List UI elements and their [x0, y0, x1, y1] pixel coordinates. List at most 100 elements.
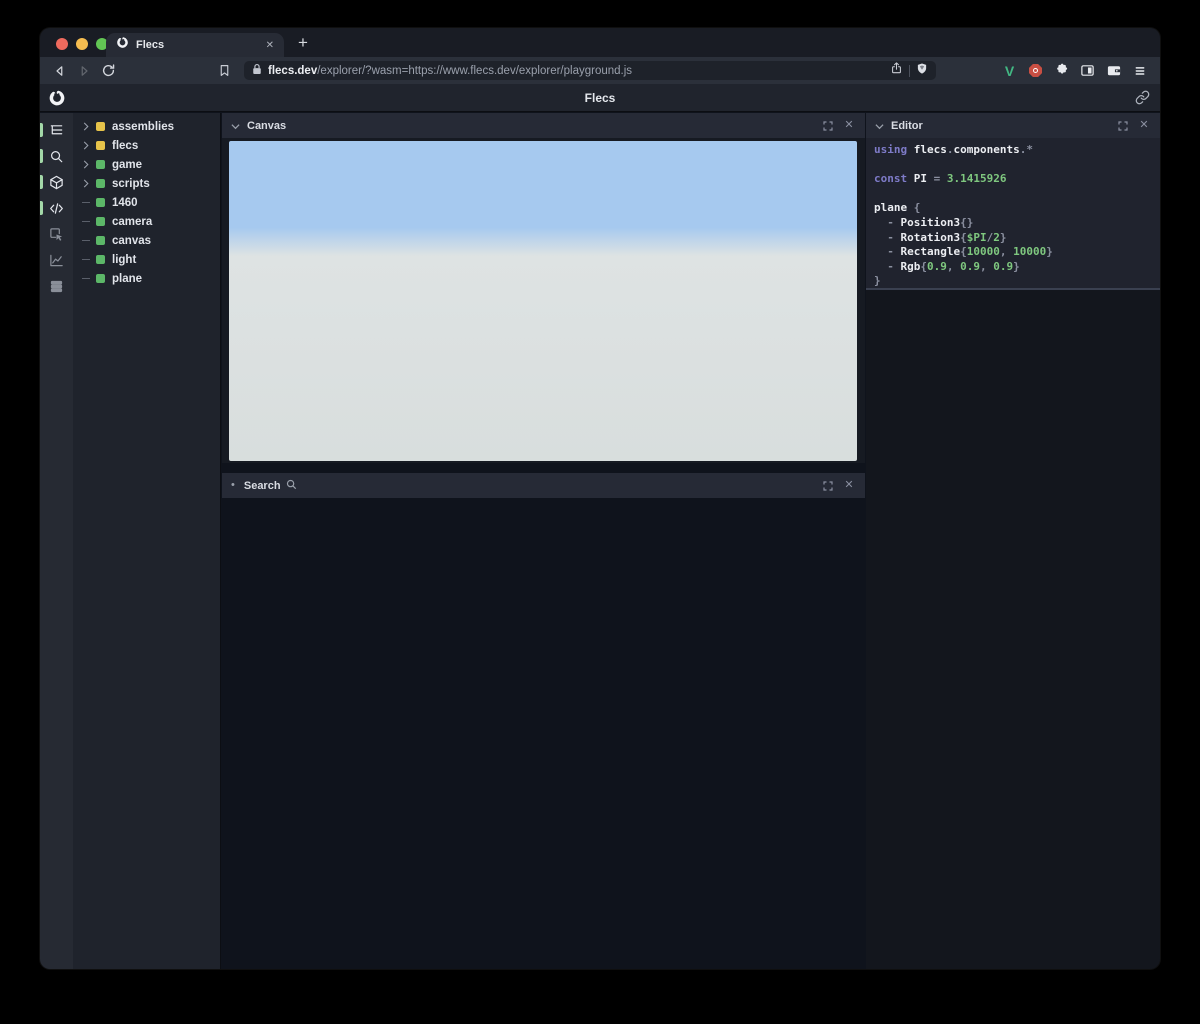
sidebar-item-search[interactable] [40, 143, 73, 169]
close-icon[interactable]: ✕ [842, 119, 856, 133]
chevron-right-icon[interactable] [82, 141, 90, 150]
address-bar[interactable]: flecs.dev/explorer/?wasm=https://www.fle… [244, 61, 936, 80]
entity-color-square [96, 198, 105, 207]
reload-button[interactable] [96, 61, 120, 81]
entity-label: 1460 [112, 196, 138, 209]
share-icon[interactable] [890, 61, 903, 80]
leaf-dash-icon [82, 259, 90, 260]
chevron-right-icon[interactable] [82, 160, 90, 169]
sidebar-item-inspect[interactable] [40, 221, 73, 247]
entity-color-square [96, 274, 105, 283]
adblock-icon[interactable] [1027, 62, 1044, 79]
entity-label: scripts [112, 177, 150, 190]
minimize-window-button[interactable] [76, 38, 88, 50]
entity-color-square [96, 141, 105, 150]
panel-title[interactable]: Search [244, 480, 281, 492]
sidebar-item-code[interactable] [40, 195, 73, 221]
leaf-dash-icon [82, 278, 90, 279]
code-line: plane { [874, 201, 921, 215]
tree-row-camera[interactable]: camera [73, 212, 220, 231]
app-header: Flecs [40, 84, 1160, 112]
entity-label: light [112, 253, 137, 266]
editor-panel-header: Editor ✕ [866, 113, 1160, 138]
url-text: flecs.dev/explorer/?wasm=https://www.fle… [268, 65, 884, 77]
chevron-right-icon[interactable] [82, 179, 90, 188]
close-icon[interactable]: ✕ [1137, 119, 1151, 133]
navigation-bar: flecs.dev/explorer/?wasm=https://www.fle… [40, 57, 1160, 84]
code-line: const PI = 3.1415926 [874, 172, 1007, 186]
extensions-puzzle-icon[interactable] [1053, 62, 1070, 79]
browser-toolbar-icons: V [1001, 57, 1148, 84]
url-domain: flecs.dev [268, 64, 318, 77]
canvas-viewport[interactable] [229, 141, 857, 461]
canvas-panel-header: Canvas ✕ [222, 113, 865, 138]
chevron-down-icon[interactable] [231, 117, 240, 135]
bookmark-icon[interactable] [212, 61, 236, 81]
sidebar-item-tree[interactable] [40, 117, 73, 143]
share-link-icon[interactable] [1135, 90, 1150, 110]
wallet-icon[interactable] [1105, 62, 1122, 79]
editor-column: Editor ✕ using flecs.components.* const … [866, 113, 1160, 969]
chevron-right-icon[interactable] [82, 122, 90, 131]
lock-icon [252, 62, 262, 80]
entity-color-square [96, 179, 105, 188]
tree-row-flecs[interactable]: flecs [73, 136, 220, 155]
expand-icon[interactable] [821, 479, 835, 493]
tree-row-1460[interactable]: 1460 [73, 193, 220, 212]
brave-shield-icon[interactable] [916, 62, 928, 80]
leaf-dash-icon [82, 221, 90, 222]
entity-tree-panel: assemblies flecs game scripts 1460 camera canv… [73, 113, 221, 969]
tree-row-canvas[interactable]: canvas [73, 231, 220, 250]
entity-label: flecs [112, 139, 139, 152]
tree-row-light[interactable]: light [73, 250, 220, 269]
entity-label: plane [112, 272, 143, 285]
tool-sidebar [40, 113, 73, 969]
close-window-button[interactable] [56, 38, 68, 50]
tab-close-icon[interactable]: ✕ [266, 40, 274, 51]
panel-title: Canvas [247, 119, 287, 132]
expand-icon[interactable] [821, 119, 835, 133]
page-title: Flecs [584, 91, 616, 105]
entity-color-square [96, 122, 105, 131]
code-line: - Rgb{0.9, 0.9, 0.9} [874, 259, 1020, 273]
bullet-icon: • [231, 479, 235, 491]
tree-row-plane[interactable]: plane [73, 269, 220, 288]
sidebar-toggle-icon[interactable] [1079, 62, 1096, 79]
expand-icon[interactable] [1116, 119, 1130, 133]
close-icon[interactable]: ✕ [842, 479, 856, 493]
entity-color-square [96, 217, 105, 226]
flecs-favicon [116, 36, 129, 54]
leaf-dash-icon [82, 240, 90, 241]
chevron-down-icon[interactable] [875, 117, 884, 135]
entity-color-square [96, 236, 105, 245]
app-content: assemblies flecs game scripts 1460 camera canv… [40, 113, 1160, 969]
panel-title: Editor [891, 119, 923, 132]
entity-label: canvas [112, 234, 152, 247]
forward-button[interactable] [72, 61, 96, 81]
tab-title: Flecs [136, 39, 165, 51]
entity-label: game [112, 158, 143, 171]
divider [909, 64, 910, 77]
new-tab-button[interactable]: + [290, 31, 316, 55]
code-line: } [874, 274, 881, 288]
search-panel-header: • Search ✕ [222, 473, 865, 498]
code-line: - Position3{} [874, 215, 974, 229]
menu-icon[interactable] [1131, 62, 1148, 79]
tree-row-assemblies[interactable]: assemblies [73, 117, 220, 136]
tab-bar: Flecs ✕ + [40, 28, 1160, 57]
sidebar-item-rows[interactable] [40, 273, 73, 299]
code-line: - Rotation3{$PI/2} [874, 230, 1007, 244]
code-editor[interactable]: using flecs.components.* const PI = 3.14… [866, 138, 1160, 290]
code-line: using flecs.components.* [874, 143, 1033, 156]
browser-tab[interactable]: Flecs ✕ [106, 33, 284, 57]
tree-row-scripts[interactable]: scripts [73, 174, 220, 193]
entity-color-square [96, 160, 105, 169]
sidebar-item-cube[interactable] [40, 169, 73, 195]
entity-color-square [96, 255, 105, 264]
tree-row-game[interactable]: game [73, 155, 220, 174]
vue-devtools-icon[interactable]: V [1001, 62, 1018, 79]
back-button[interactable] [48, 61, 72, 81]
sidebar-item-chart[interactable] [40, 247, 73, 273]
